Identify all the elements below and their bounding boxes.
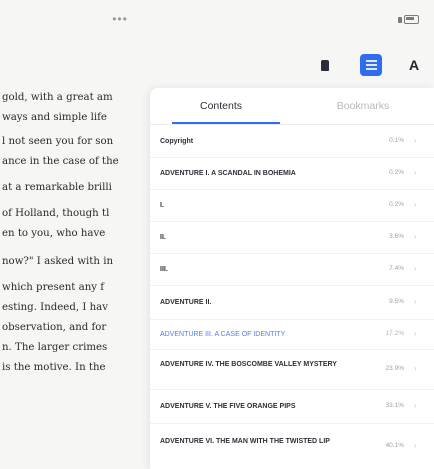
toc-item-percent: 9.5% [389, 298, 404, 305]
chevron-right-icon: › [414, 264, 417, 273]
toc-item-title: I. [160, 201, 164, 209]
book-text-line: en to you, who have [2, 228, 106, 239]
toc-item-percent: 23.9% [385, 365, 404, 372]
toc-item[interactable]: ADVENTURE IV. THE BOSCOMBE VALLEY MYSTER… [150, 349, 434, 390]
font-settings-button[interactable]: A [404, 54, 424, 76]
toc-item-title: III. [160, 265, 168, 273]
chevron-right-icon: › [414, 168, 417, 177]
toc-item-title: Copyright [160, 137, 194, 145]
book-text-line: is the motive. In the [2, 362, 106, 373]
book-text-line: esting. Indeed, I hav [2, 302, 108, 313]
chevron-right-icon: › [414, 136, 417, 145]
toc-item-title: II. [160, 233, 166, 241]
tab-contents[interactable]: Contents [150, 88, 292, 124]
toc-item[interactable]: Copyright 0.1% › [150, 125, 434, 158]
toc-item-title: ADVENTURE I. A SCANDAL IN BOHEMIA [160, 169, 296, 177]
signal-icon [398, 16, 402, 23]
toc-item-percent: 3.6% [389, 233, 404, 240]
menu-dots[interactable]: ••• [0, 12, 240, 26]
contents-panel: Contents Bookmarks Copyright 0.1% › ADVENTU… [150, 88, 434, 469]
chevron-right-icon: › [414, 364, 417, 373]
toc-item[interactable]: ADVENTURE V. THE FIVE ORANGE PIPS 33.1% › [150, 389, 434, 424]
toc-item[interactable]: ADVENTURE I. A SCANDAL IN BOHEMIA 0.2% › [150, 157, 434, 190]
toc-item-title: ADVENTURE V. THE FIVE ORANGE PIPS [160, 402, 296, 410]
book-text-line: at a remarkable brilli [2, 182, 112, 193]
toc-item[interactable]: ADVENTURE II. 9.5% › [150, 285, 434, 320]
chevron-right-icon: › [414, 297, 417, 306]
book-text-line: l not seen you for son [2, 136, 114, 147]
panel-tabs: Contents Bookmarks [150, 88, 434, 124]
toc-item-percent: 33.1% [385, 402, 404, 409]
toc-item-percent: 40.1% [385, 442, 404, 449]
chevron-right-icon: › [414, 232, 417, 241]
toc-item[interactable]: II. 3.6% › [150, 221, 434, 254]
book-text-line: gold, with a great am [2, 92, 113, 103]
book-text-line: n. The larger crimes [2, 342, 108, 353]
chevron-right-icon: › [414, 441, 417, 450]
toc-item-percent: 0.1% [389, 137, 404, 144]
tab-bookmarks[interactable]: Bookmarks [292, 88, 434, 124]
book-text-line: ways and simple life [2, 112, 107, 123]
bookmark-icon [321, 59, 329, 71]
chevron-right-icon: › [414, 401, 417, 410]
battery-icon [404, 15, 419, 24]
toc-item-title: ADVENTURE VI. THE MAN WITH THE TWISTED L… [160, 438, 330, 445]
book-text-line: now?" I asked with in [2, 256, 114, 267]
toc-item-percent: 7.4% [389, 265, 404, 272]
toc-item[interactable]: I. 0.2% › [150, 189, 434, 222]
toc-item-title: ADVENTURE II. [160, 298, 212, 306]
toc-item-percent: 17.2% [385, 330, 404, 337]
toc-item-title: ADVENTURE III. A CASE OF IDENTITY [160, 330, 286, 338]
toc-button[interactable] [360, 54, 382, 76]
chevron-right-icon: › [414, 200, 417, 209]
book-text-line: which present any f [2, 282, 105, 293]
toc-item-percent: 0.2% [389, 201, 404, 208]
book-text-line: of Holland, though tl [2, 208, 110, 219]
book-text-line: ance in the case of the [2, 156, 119, 167]
chevron-right-icon: › [414, 329, 417, 338]
reader-screen: ••• A gold, with a great am ways and simp… [0, 0, 434, 469]
list-icon [365, 60, 377, 70]
book-text-line: observation, and for [2, 322, 107, 333]
toc-item[interactable]: ADVENTURE III. A CASE OF IDENTITY 17.2% › [150, 319, 434, 350]
toc-item[interactable]: III. 7.4% › [150, 253, 434, 286]
toc-item-percent: 0.2% [389, 169, 404, 176]
toc-item-title: ADVENTURE IV. THE BOSCOMBE VALLEY MYSTER… [160, 361, 337, 368]
bookmark-button[interactable] [314, 54, 336, 76]
status-icons [398, 15, 426, 24]
toc-item[interactable]: ADVENTURE VI. THE MAN WITH THE TWISTED L… [150, 423, 434, 469]
